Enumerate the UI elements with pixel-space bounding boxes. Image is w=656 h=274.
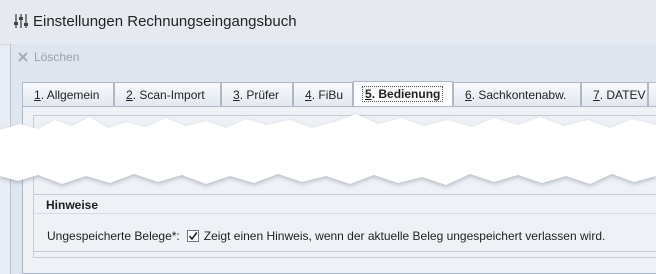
tab-accelerator: 7: [593, 88, 600, 102]
tab-label: Sachkontenabw.: [478, 88, 567, 102]
tab-sachkontenabw[interactable]: 6. Sachkontenabw.: [453, 82, 581, 106]
delete-button[interactable]: Löschen: [17, 48, 79, 66]
tab-bedienung[interactable]: 5. Bedienung: [353, 81, 453, 107]
settings-sliders-icon: [14, 14, 28, 28]
unsaved-hint-label: Ungespeicherte Belege*:: [47, 229, 180, 243]
unsaved-hint-text: Zeigt einen Hinweis, wenn der aktuelle B…: [203, 229, 606, 243]
unsaved-hint-row: Ungespeicherte Belege*: Zeigt einen Hinw…: [47, 228, 605, 244]
tab-accelerator: 4: [305, 88, 312, 102]
tab-label: Prüfer: [246, 88, 280, 102]
tab-accelerator: 2: [126, 88, 133, 102]
close-x-icon: [18, 52, 28, 62]
tab-overflow[interactable]: [648, 82, 656, 106]
delete-button-label: Löschen: [34, 50, 80, 64]
tab-accelerator: 1: [34, 88, 41, 102]
tab-allgemein[interactable]: 1. Allgemein: [22, 82, 114, 106]
window-title: Einstellungen Rechnungseingangsbuch: [33, 13, 297, 30]
tab-label: FiBu: [318, 88, 344, 102]
unsaved-hint-checkbox[interactable]: [186, 230, 199, 242]
tab-active-focus: 5. Bedienung: [362, 86, 444, 102]
tab-label: Allgemein: [46, 88, 100, 102]
tab-accelerator: 3: [233, 88, 240, 102]
tab-accelerator: 6: [465, 88, 472, 102]
toolbar: Löschen: [11, 44, 656, 70]
tab-strip: 1. Allgemein 2. Scan-Import 3. Prüfer 4.…: [22, 81, 656, 107]
torn-paper-overlay: [0, 114, 656, 187]
tab-datev[interactable]: 7. DATEV: [581, 82, 648, 106]
tab-label: Scan-Import: [139, 88, 205, 102]
tab-fibu[interactable]: 4. FiBu: [293, 82, 353, 106]
hinweise-group: Hinweise Ungespeicherte Belege*: Zeigt e…: [33, 194, 656, 258]
tab-label: DATEV: [606, 88, 646, 102]
tab-accelerator: 5: [365, 87, 372, 101]
group-divider: [34, 213, 656, 214]
hinweise-title: Hinweise: [46, 198, 99, 212]
tab-label: Bedienung: [378, 87, 441, 101]
checkmark-icon: [188, 232, 198, 241]
tab-pruefer[interactable]: 3. Prüfer: [221, 82, 293, 106]
tab-scan-import[interactable]: 2. Scan-Import: [114, 82, 221, 106]
window-title-bar: Einstellungen Rechnungseingangsbuch: [0, 0, 656, 45]
